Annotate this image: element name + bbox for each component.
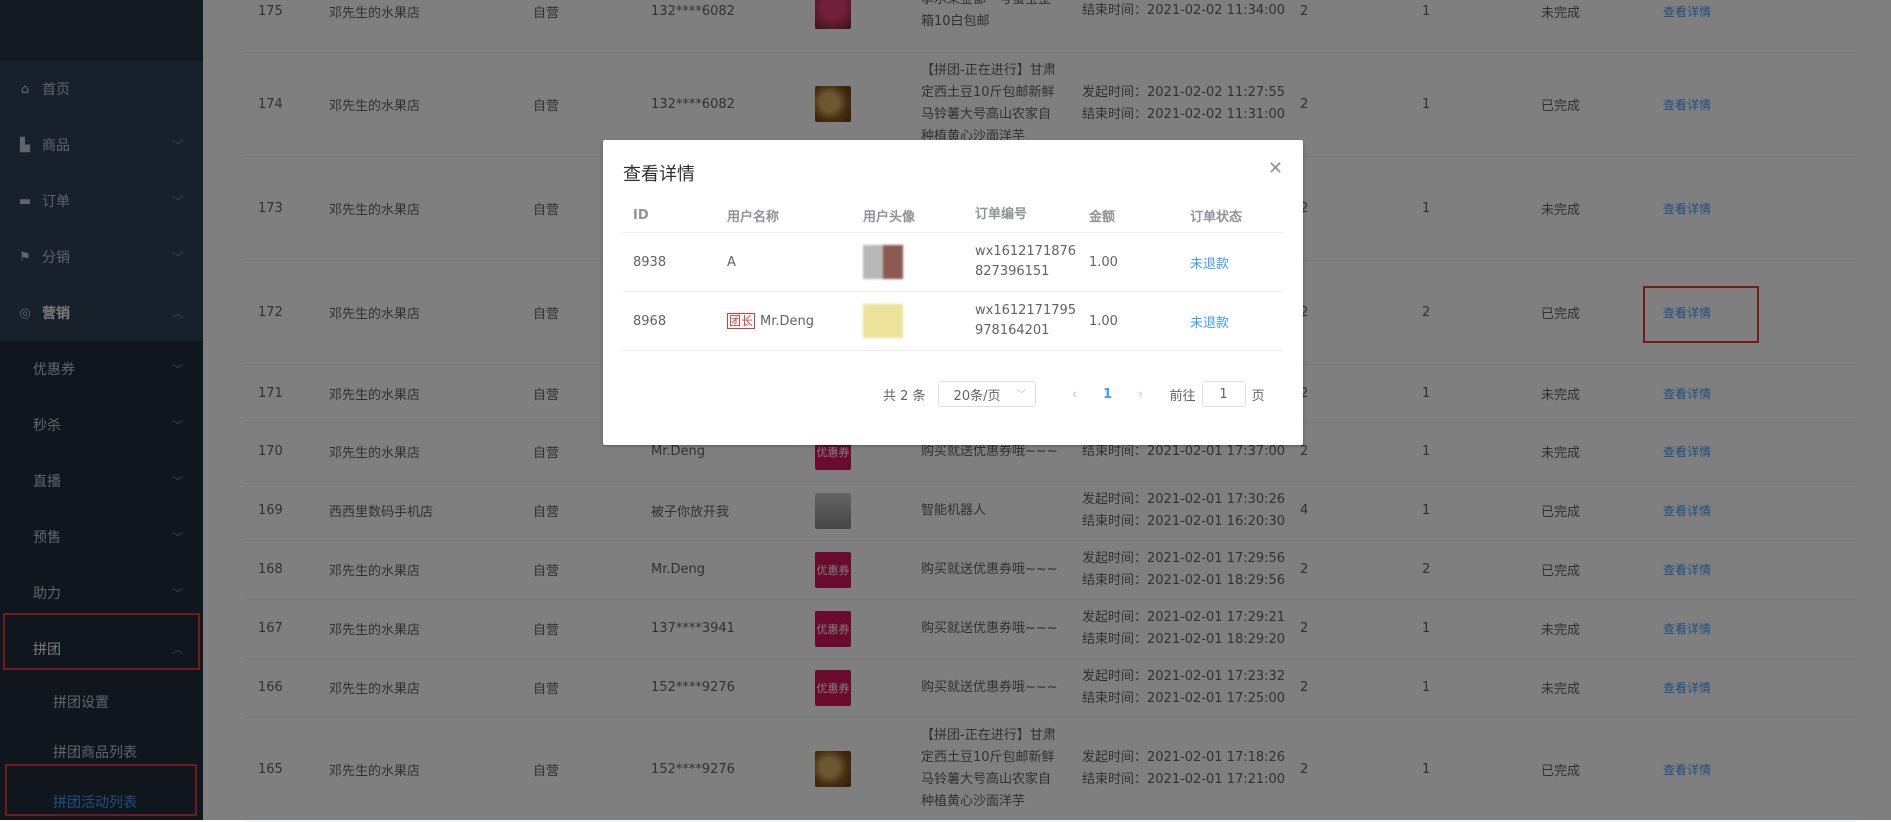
page-size-select[interactable]: 20条/页 ﹀: [937, 381, 1036, 407]
order-number: wx1612171795 978164201: [975, 292, 1077, 350]
column-header: 用户名称: [727, 209, 780, 225]
next-page-icon[interactable]: ›: [1126, 387, 1156, 402]
column-header: 订单编号: [975, 207, 1028, 222]
detail-dialog: 查看详情 ✕ ID 用户名称 用户头像 订单编号 金额 订单状态 8938 A …: [603, 140, 1303, 445]
order-number: wx1612171876 827396151: [975, 233, 1077, 291]
dialog-table-header: ID 用户名称 用户头像 订单编号 金额 订单状态: [623, 198, 1283, 233]
refund-status: 未退款: [1190, 315, 1230, 331]
user-name: Mr.Deng: [760, 313, 815, 329]
page-size-value: 20条/页: [953, 388, 1001, 404]
order-number-line: 978164201: [975, 323, 1050, 338]
pagination-total: 共 2 条: [883, 388, 926, 404]
column-header: 订单状态: [1190, 209, 1243, 225]
prev-page-icon[interactable]: ‹: [1060, 387, 1090, 402]
amount: 1.00: [1089, 254, 1118, 270]
column-header: 用户头像: [863, 209, 916, 225]
amount: 1.00: [1089, 313, 1118, 329]
avatar: [863, 292, 903, 350]
avatar: [863, 233, 903, 291]
row-id: 8968: [633, 313, 667, 329]
goto-suffix: 页: [1251, 388, 1265, 404]
order-number-line: 827396151: [975, 264, 1050, 279]
user-name-cell: 团长 Mr.Deng: [727, 292, 814, 350]
dialog-title: 查看详情: [623, 164, 695, 185]
order-number-line: wx1612171876: [975, 244, 1077, 259]
leader-badge: 团长: [727, 313, 756, 329]
current-page[interactable]: 1: [1090, 387, 1126, 402]
close-icon[interactable]: ✕: [1268, 158, 1283, 179]
chevron-down-icon: ﹀: [1016, 390, 1027, 401]
refund-status: 未退款: [1190, 256, 1230, 272]
user-name: A: [727, 254, 736, 270]
order-number-line: wx1612171795: [975, 303, 1077, 318]
row-id: 8938: [633, 254, 667, 270]
dialog-table: ID 用户名称 用户头像 订单编号 金额 订单状态 8938 A wx16121…: [623, 198, 1283, 351]
goto-prefix: 前往: [1169, 388, 1196, 404]
column-header: ID: [633, 207, 649, 223]
pagination: 共 2 条 20条/页 ﹀ ‹ 1 › 前往 页: [883, 380, 1265, 408]
table-row: 8938 A wx1612171876 827396151 1.00 未退款: [623, 233, 1283, 292]
goto-page-input[interactable]: [1201, 381, 1246, 407]
table-row: 8968 团长 Mr.Deng wx1612171795 978164201 1.…: [623, 292, 1283, 351]
column-header: 金额: [1089, 209, 1116, 225]
